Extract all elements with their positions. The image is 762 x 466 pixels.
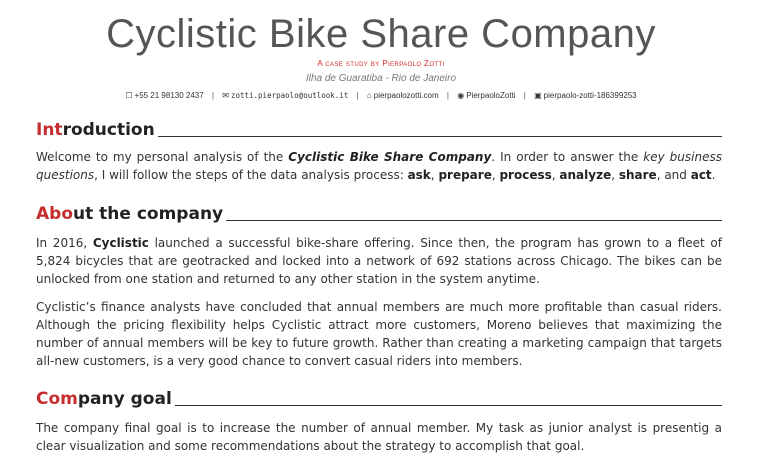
separator: | — [211, 91, 215, 100]
section-title: Company goal — [36, 389, 172, 409]
section-heading: About the company — [36, 204, 722, 224]
section-title: About the company — [36, 204, 224, 224]
linkedin-text: pierpaolo-zotti-186399253 — [543, 91, 637, 100]
email-text: zotti.pierpaolo@outlook.it — [230, 91, 349, 100]
section-heading: Company goal — [36, 389, 722, 409]
separator: | — [356, 91, 359, 100]
phone-icon: ☐ — [125, 91, 133, 100]
github-text: PierpaoloZotti — [466, 91, 516, 100]
separator: | — [446, 91, 449, 100]
envelope-icon: ✉ — [222, 91, 229, 100]
intro-paragraph: Welcome to my personal analysis of the C… — [36, 150, 722, 182]
website-text: pierpaolozotti.com — [373, 91, 439, 100]
phone-contact[interactable]: ☐ +55 21 98130 2437 — [125, 91, 206, 100]
contact-bar: ☐ +55 21 98130 2437 | ✉ zotti.pierpaolo@ou… — [0, 90, 762, 102]
phone-text: +55 21 98130 2437 — [134, 91, 204, 100]
heading-rule — [157, 136, 722, 137]
about-paragraph-2: Cyclistic’s finance analysts have conclu… — [36, 300, 722, 368]
home-icon: ⌂ — [366, 91, 372, 100]
author-subtitle: A case study by Pierpaolo Zotti — [317, 59, 445, 68]
section-heading: Introduction — [36, 120, 722, 140]
section-company-goal: Company goal The company final goal is t… — [36, 389, 722, 455]
section-about: About the company In 2016, Cyclistic lau… — [36, 204, 722, 370]
about-paragraph-1: In 2016, Cyclistic launched a successful… — [36, 236, 722, 286]
website-contact[interactable]: ⌂ pierpaolozotti.com — [367, 91, 441, 100]
heading-rule — [174, 405, 722, 406]
heading-rule — [226, 220, 722, 221]
github-contact[interactable]: ◉ PierpaoloZotti — [457, 91, 518, 100]
section-introduction: Introduction Welcome to my personal anal… — [36, 120, 722, 184]
github-icon: ◉ — [457, 91, 465, 100]
author-location: Ilha de Guaratiba - Rio de Janeiro — [305, 73, 457, 84]
page-title: Cyclistic Bike Share Company — [106, 12, 656, 56]
linkedin-icon: ▣ — [534, 91, 542, 100]
separator: | — [523, 91, 526, 100]
section-title: Introduction — [36, 120, 155, 140]
goal-paragraph: The company final goal is to increase th… — [36, 421, 722, 453]
linkedin-contact[interactable]: ▣ pierpaolo-zotti-186399253 — [534, 91, 637, 100]
email-contact[interactable]: ✉ zotti.pierpaolo@outlook.it — [222, 91, 350, 100]
